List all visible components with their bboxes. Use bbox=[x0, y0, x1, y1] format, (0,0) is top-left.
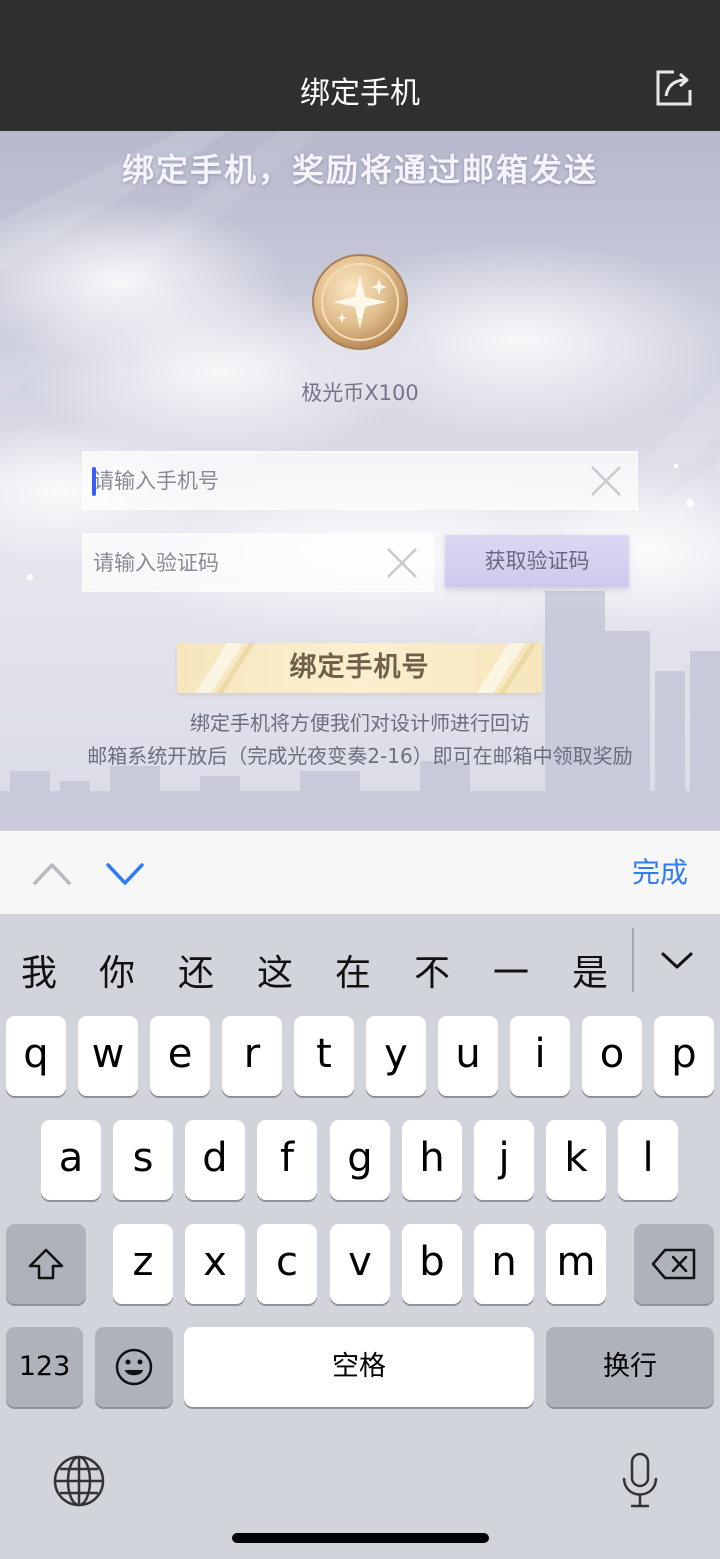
star-coin-icon bbox=[312, 254, 408, 350]
key-m[interactable]: m bbox=[546, 1224, 606, 1304]
top-bar: 绑定手机 bbox=[0, 0, 720, 131]
clear-phone-icon[interactable] bbox=[589, 464, 623, 498]
space-key[interactable]: 空格 bbox=[184, 1327, 534, 1407]
candidate-divider bbox=[632, 928, 634, 992]
candidate-item[interactable]: 我 bbox=[14, 944, 64, 996]
clear-code-icon[interactable] bbox=[385, 546, 419, 580]
key-q[interactable]: q bbox=[6, 1016, 66, 1096]
key-h[interactable]: h bbox=[402, 1120, 462, 1200]
key-t[interactable]: t bbox=[294, 1016, 354, 1096]
home-indicator bbox=[232, 1533, 489, 1543]
share-icon bbox=[656, 70, 692, 106]
emoji-icon bbox=[115, 1348, 153, 1386]
next-field-icon[interactable] bbox=[103, 855, 147, 891]
candidate-item[interactable]: 这 bbox=[250, 944, 300, 996]
done-button[interactable]: 完成 bbox=[632, 855, 688, 891]
key-n[interactable]: n bbox=[474, 1224, 534, 1304]
chevron-down-icon[interactable] bbox=[656, 942, 698, 978]
share-button[interactable] bbox=[652, 66, 696, 110]
numbers-key[interactable]: 123 bbox=[6, 1327, 83, 1407]
candidate-item[interactable]: 在 bbox=[328, 944, 378, 996]
delete-key[interactable] bbox=[634, 1224, 714, 1304]
key-z[interactable]: z bbox=[113, 1224, 173, 1304]
candidate-bar: 我 你 还 这 在 不 一 是 bbox=[0, 914, 720, 1010]
key-k[interactable]: k bbox=[546, 1120, 606, 1200]
reward-amount: 极光币X100 bbox=[301, 381, 419, 405]
key-x[interactable]: x bbox=[185, 1224, 245, 1304]
candidate-item[interactable]: 一 bbox=[486, 944, 536, 996]
key-e[interactable]: e bbox=[150, 1016, 210, 1096]
key-s[interactable]: s bbox=[113, 1120, 173, 1200]
backspace-icon bbox=[651, 1248, 696, 1280]
note-line-2: 邮箱系统开放后（完成光夜变奏2-16）即可在邮箱中领取奖励 bbox=[87, 744, 633, 768]
key-d[interactable]: d bbox=[185, 1120, 245, 1200]
key-o[interactable]: o bbox=[582, 1016, 642, 1096]
phone-input[interactable] bbox=[93, 452, 573, 509]
key-j[interactable]: j bbox=[474, 1120, 534, 1200]
key-f[interactable]: f bbox=[257, 1120, 317, 1200]
keyboard: 我 你 还 这 在 不 一 是 q w e r t y u i o p a s … bbox=[0, 914, 720, 1559]
key-c[interactable]: c bbox=[257, 1224, 317, 1304]
note-line-1: 绑定手机将方便我们对设计师进行回访 bbox=[190, 711, 530, 735]
phone-field[interactable] bbox=[82, 451, 638, 510]
code-field[interactable] bbox=[82, 533, 434, 592]
shift-icon bbox=[28, 1248, 64, 1280]
key-r[interactable]: r bbox=[222, 1016, 282, 1096]
key-p[interactable]: p bbox=[654, 1016, 714, 1096]
candidate-item[interactable]: 是 bbox=[565, 944, 615, 996]
candidate-item[interactable]: 还 bbox=[171, 944, 221, 996]
bind-phone-label: 绑定手机号 bbox=[289, 652, 430, 683]
get-code-button[interactable]: 获取验证码 bbox=[445, 535, 629, 587]
bind-phone-button[interactable]: 绑定手机号 bbox=[177, 643, 542, 693]
candidate-item[interactable]: 你 bbox=[92, 944, 142, 996]
emoji-key[interactable] bbox=[95, 1327, 173, 1407]
bind-phone-panel: 绑定手机，奖励将通过邮箱发送 极光币X100 获取验证码 bbox=[0, 131, 720, 830]
shift-key[interactable] bbox=[6, 1224, 86, 1304]
key-l[interactable]: l bbox=[618, 1120, 678, 1200]
candidate-item[interactable]: 不 bbox=[407, 944, 457, 996]
return-key[interactable]: 换行 bbox=[546, 1327, 714, 1407]
reward-banner: 绑定手机，奖励将通过邮箱发送 bbox=[121, 151, 598, 189]
code-input[interactable] bbox=[93, 534, 383, 591]
previous-field-icon[interactable] bbox=[30, 855, 74, 891]
key-a[interactable]: a bbox=[41, 1120, 101, 1200]
keyboard-accessory-bar: 完成 bbox=[0, 830, 720, 914]
key-w[interactable]: w bbox=[78, 1016, 138, 1096]
globe-icon[interactable] bbox=[52, 1454, 106, 1508]
key-y[interactable]: y bbox=[366, 1016, 426, 1096]
key-u[interactable]: u bbox=[438, 1016, 498, 1096]
microphone-icon[interactable] bbox=[620, 1452, 660, 1510]
page-title: 绑定手机 bbox=[300, 76, 420, 111]
key-v[interactable]: v bbox=[330, 1224, 390, 1304]
key-b[interactable]: b bbox=[402, 1224, 462, 1304]
key-g[interactable]: g bbox=[330, 1120, 390, 1200]
key-i[interactable]: i bbox=[510, 1016, 570, 1096]
text-cursor bbox=[92, 467, 96, 496]
